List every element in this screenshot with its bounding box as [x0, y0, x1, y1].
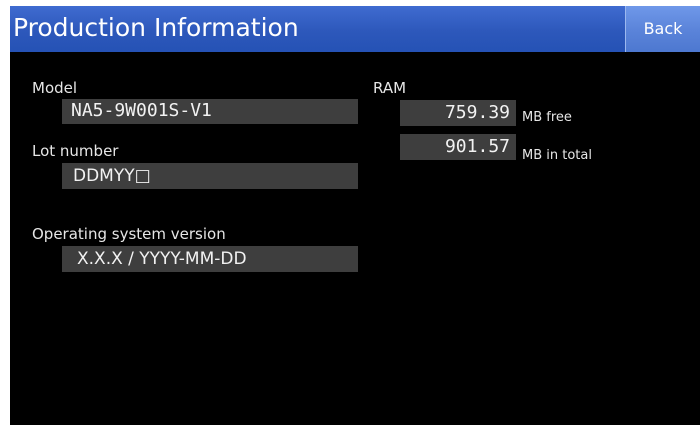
model-label: Model — [32, 79, 78, 97]
ram-total-value: 901.57 — [400, 134, 516, 160]
lot-number-label: Lot number — [32, 142, 119, 160]
ram-label: RAM — [373, 79, 407, 97]
lot-number-field: DDMYY□ — [62, 163, 358, 189]
ram-free-unit: MB free — [522, 110, 572, 125]
page-title: Production Information — [13, 13, 299, 42]
ram-total-unit: MB in total — [522, 148, 592, 163]
ram-free-value: 759.39 — [400, 100, 516, 126]
model-field: NA5-9W001S-V1 — [62, 99, 358, 124]
device-screen: Production Information Back Model NA5-9W… — [10, 6, 700, 425]
os-version-field: X.X.X / YYYY-MM-DD — [62, 246, 358, 272]
os-version-label: Operating system version — [32, 225, 226, 243]
back-button[interactable]: Back — [625, 6, 700, 52]
title-bar: Production Information Back — [10, 6, 700, 52]
